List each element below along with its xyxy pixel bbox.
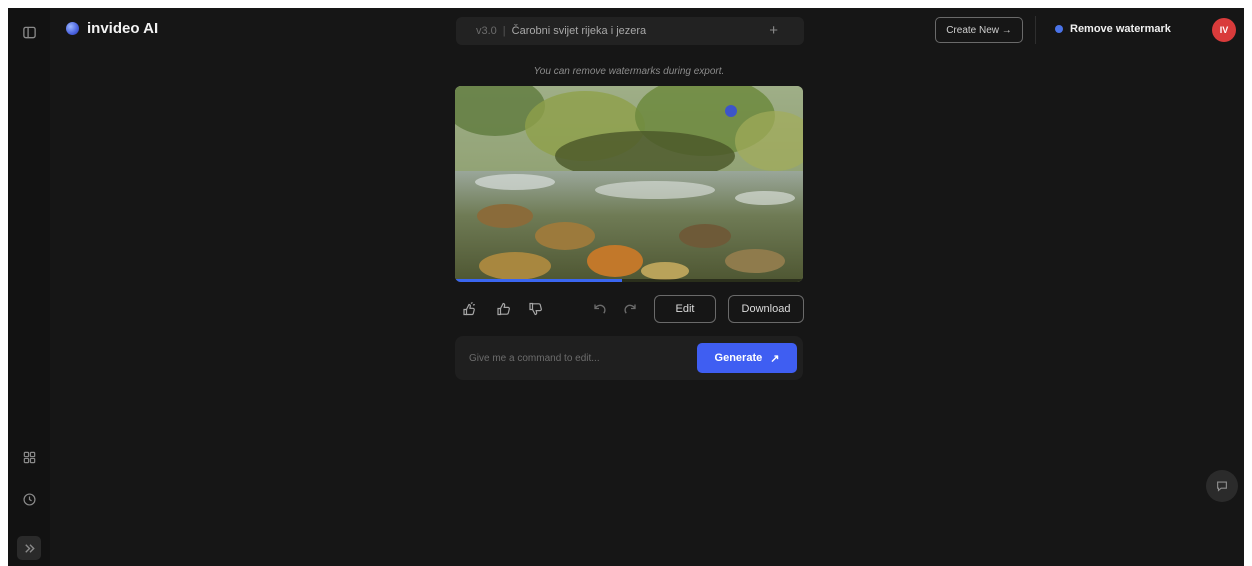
create-new-button[interactable]: Create New →	[935, 17, 1023, 43]
brand[interactable]: invideo AI	[66, 20, 158, 37]
command-bar: Generate ↗	[455, 336, 803, 380]
top-bar: invideo AI v3.0 | Čarobni svijet rijeka …	[50, 8, 1244, 54]
generate-button[interactable]: Generate ↗	[697, 343, 797, 373]
download-button[interactable]: Download	[728, 295, 804, 323]
remove-watermark-button[interactable]: Remove watermark	[1055, 23, 1171, 35]
watermark-notice: You can remove watermarks during export.	[533, 66, 725, 77]
share-feedback-icon[interactable]	[461, 300, 479, 318]
project-version: v3.0	[476, 25, 497, 37]
project-title-bar[interactable]: v3.0 | Čarobni svijet rijeka i jezera +	[456, 17, 804, 45]
clock-icon[interactable]	[17, 487, 41, 511]
invideo-logo-icon	[66, 22, 79, 35]
command-input[interactable]	[469, 350, 679, 366]
sidebar-toggle-icon[interactable]	[17, 20, 41, 44]
grid-icon[interactable]	[17, 445, 41, 469]
thumbs-down-icon[interactable]	[527, 300, 545, 318]
undo-icon[interactable]	[591, 300, 609, 318]
edit-button[interactable]: Edit	[654, 295, 716, 323]
remove-watermark-label: Remove watermark	[1070, 23, 1171, 35]
chat-support-button[interactable]	[1206, 470, 1238, 502]
chat-bubble-icon	[1217, 481, 1227, 492]
title-divider: |	[502, 25, 506, 37]
project-title: Čarobni svijet rijeka i jezera	[511, 25, 647, 37]
double-chevron-right-icon[interactable]	[17, 536, 41, 560]
video-progress-bar[interactable]	[455, 279, 803, 282]
video-actions: Edit Download	[455, 294, 804, 324]
divider	[1035, 16, 1036, 44]
arrow-up-right-icon: ↗	[770, 352, 780, 365]
watermark-icon	[1055, 25, 1063, 33]
thumbs-up-icon[interactable]	[495, 300, 513, 318]
video-player[interactable]	[455, 86, 803, 282]
avatar[interactable]: IV	[1212, 18, 1236, 42]
video-progress-fill	[455, 279, 623, 282]
redo-icon[interactable]	[621, 300, 639, 318]
video-frame	[455, 86, 803, 282]
app-window: invideo AI v3.0 | Čarobni svijet rijeka …	[8, 8, 1244, 566]
generate-label: Generate	[714, 352, 763, 364]
add-icon[interactable]: +	[769, 23, 778, 38]
brand-name: invideo AI	[87, 20, 159, 37]
sidebar	[8, 8, 50, 566]
